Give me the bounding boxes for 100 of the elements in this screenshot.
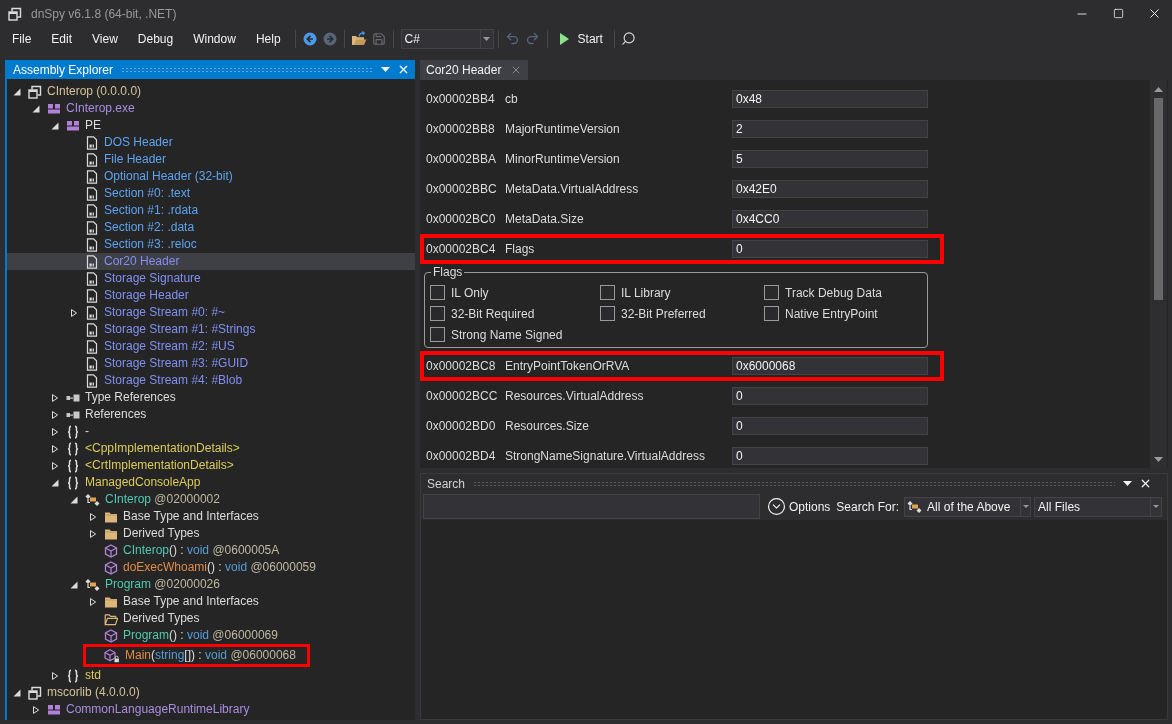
expand-arrow-icon[interactable]	[89, 529, 97, 538]
value-field[interactable]: 0	[732, 240, 928, 258]
tree-item[interactable]: Type References	[7, 389, 415, 406]
checkbox[interactable]	[600, 306, 615, 321]
search-input[interactable]	[423, 494, 760, 519]
scrollbar-thumb[interactable]	[1154, 98, 1163, 300]
group-title: Flags	[432, 265, 464, 279]
tree-item[interactable]: References	[7, 406, 415, 423]
menu-item[interactable]: Window	[183, 28, 246, 49]
language-dropdown[interactable]: C#	[400, 28, 494, 49]
tree-item[interactable]: Section #1: .rdata	[7, 202, 415, 219]
options-button[interactable]: Options	[767, 497, 831, 516]
tree-item[interactable]: CommonLanguageRuntimeLibrary	[7, 701, 415, 718]
value-field[interactable]: 2	[732, 120, 928, 138]
document-icon	[85, 305, 99, 320]
scope-dropdown[interactable]: All Files	[1034, 496, 1163, 517]
tree-item[interactable]: Storage Stream #4: #Blob	[7, 372, 415, 389]
tree-item[interactable]: <CppImplementationDetails>	[7, 440, 415, 457]
expand-arrow-icon[interactable]	[51, 427, 59, 436]
tree-item[interactable]: Base Type and Interfaces	[7, 593, 415, 610]
tree-item[interactable]: Base Type and Interfaces	[7, 508, 415, 525]
stacked-windows-icon	[28, 685, 42, 700]
tree-item[interactable]: <CrtImplementationDetails>	[7, 457, 415, 474]
search-for-dropdown[interactable]: All of the Above	[904, 496, 1032, 517]
tree-item[interactable]: Section #2: .data	[7, 219, 415, 236]
tree-item[interactable]: Program() : void @06000069	[7, 627, 415, 644]
field-offset: 0x00002BC4	[425, 240, 497, 258]
tree-item[interactable]: -	[7, 423, 415, 440]
field-offset: 0x00002BB4	[425, 90, 496, 108]
value-field[interactable]: 5	[732, 150, 928, 168]
tree-item[interactable]: Section #0: .text	[7, 185, 415, 202]
tree-item[interactable]: Derived Types	[7, 525, 415, 542]
expand-arrow-icon[interactable]	[89, 597, 97, 606]
checkbox[interactable]	[430, 285, 445, 300]
tree-item[interactable]: Storage Stream #2: #US	[7, 338, 415, 355]
checkbox[interactable]	[430, 327, 445, 342]
search-icon[interactable]	[621, 31, 637, 46]
menu-item[interactable]: Help	[245, 28, 291, 49]
document-tab[interactable]: Cor20 Header	[420, 60, 529, 80]
tree-item[interactable]: Derived Types	[7, 610, 415, 627]
value-field[interactable]: 0	[732, 417, 928, 435]
expand-arrow-icon[interactable]	[51, 393, 59, 402]
document-icon	[85, 135, 99, 150]
tree-item[interactable]: CInterop.exe	[7, 100, 415, 117]
expand-arrow-icon[interactable]	[70, 308, 78, 317]
tree-item[interactable]: Program @02000026	[7, 576, 415, 593]
tree-item[interactable]: DOS Header	[7, 134, 415, 151]
menu-item[interactable]: File	[2, 28, 42, 49]
tree-item[interactable]: std	[7, 667, 415, 684]
expand-arrow-icon[interactable]	[32, 705, 40, 714]
back-arrow-icon[interactable]	[302, 31, 317, 46]
tree-item[interactable]: PE	[7, 117, 415, 134]
tree-item[interactable]: CInterop (0.0.0.0)	[7, 83, 415, 100]
tree-item[interactable]: Section #3: .reloc	[7, 236, 415, 253]
expand-arrow-icon[interactable]	[70, 580, 78, 589]
tree-item[interactable]: Main(string[]) : void @06000068	[7, 647, 415, 664]
menu-item[interactable]: View	[82, 28, 128, 49]
tree-item[interactable]: ManagedConsoleApp	[7, 474, 415, 491]
tree-item[interactable]: Optional Header (32-bit)	[7, 168, 415, 185]
tree-item[interactable]: Storage Header	[7, 287, 415, 304]
expand-arrow-icon[interactable]	[51, 478, 59, 487]
checkbox[interactable]	[764, 285, 779, 300]
checkbox[interactable]	[430, 306, 445, 321]
value-field[interactable]: 0	[732, 447, 928, 465]
expand-arrow-icon[interactable]	[51, 671, 59, 680]
expand-arrow-icon[interactable]	[13, 87, 21, 96]
tree-item[interactable]: Storage Stream #0: #~	[7, 304, 415, 321]
expand-arrow-icon[interactable]	[89, 512, 97, 521]
close-icon[interactable]	[1139, 477, 1152, 490]
value-field[interactable]: 0x48	[732, 90, 928, 108]
expand-arrow-icon[interactable]	[51, 410, 59, 419]
dropdown-caret-icon[interactable]	[1123, 481, 1132, 486]
expand-arrow-icon[interactable]	[32, 104, 40, 113]
menu-item[interactable]: Debug	[127, 28, 184, 49]
maximize-icon[interactable]	[1112, 8, 1124, 19]
checkbox[interactable]	[600, 285, 615, 300]
tree-item[interactable]: CInterop @02000002	[7, 491, 415, 508]
scroll-up-arrow-icon[interactable]	[1154, 87, 1163, 92]
tree-item[interactable]: doExecWhoami() : void @06000059	[7, 559, 415, 576]
value-field[interactable]: 0x6000068	[732, 357, 928, 375]
expand-arrow-icon[interactable]	[13, 688, 21, 697]
expand-arrow-icon[interactable]	[51, 444, 59, 453]
tree-item[interactable]: File Header	[7, 151, 415, 168]
scroll-down-arrow-icon[interactable]	[1154, 457, 1163, 462]
tree-item[interactable]: Storage Signature	[7, 270, 415, 287]
start-button[interactable]: Start	[551, 27, 610, 50]
tree-item[interactable]: CInterop() : void @0600005A	[7, 542, 415, 559]
expand-arrow-icon[interactable]	[51, 461, 59, 470]
tree-item[interactable]: Storage Stream #1: #Strings	[7, 321, 415, 338]
expand-arrow-icon[interactable]	[70, 495, 78, 504]
tree-item[interactable]: Storage Stream #3: #GUID	[7, 355, 415, 372]
tree-item[interactable]: Cor20 Header	[7, 253, 415, 270]
tree-item[interactable]: mscorlib (4.0.0.0)	[7, 684, 415, 701]
checkbox[interactable]	[764, 306, 779, 321]
value-field[interactable]: 0x42E0	[732, 180, 928, 198]
open-folder-icon[interactable]	[350, 31, 367, 46]
value-field[interactable]: 0x4CC0	[732, 210, 928, 228]
value-field[interactable]: 0	[732, 387, 928, 405]
expand-arrow-icon[interactable]	[51, 121, 59, 130]
menu-item[interactable]: Edit	[41, 28, 83, 49]
